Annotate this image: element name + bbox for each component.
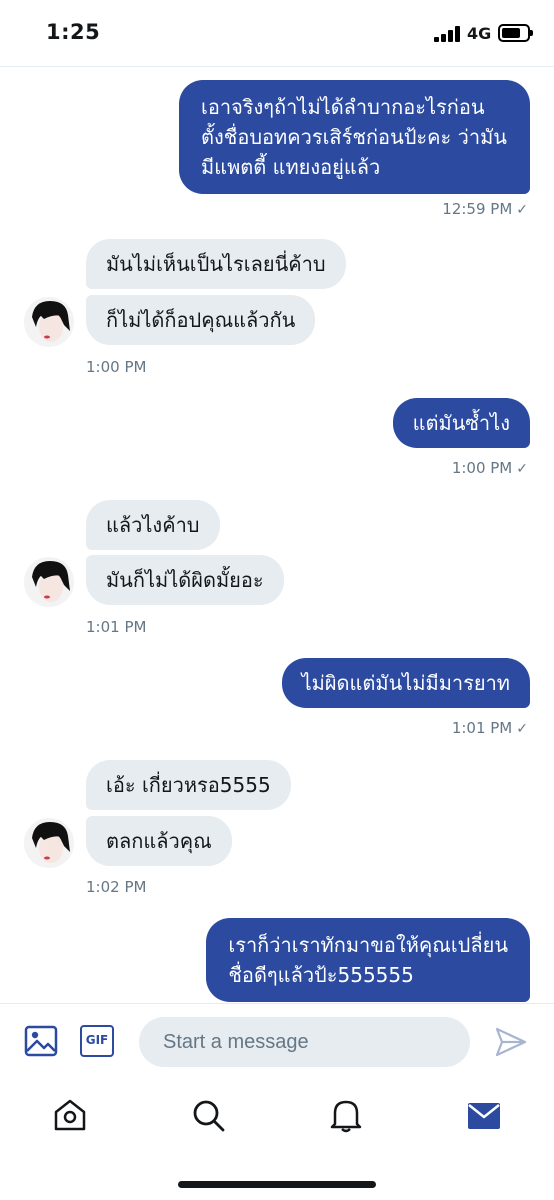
- bell-icon[interactable]: [326, 1095, 366, 1135]
- message-bubble-outgoing[interactable]: เราก็ว่าเราทักมาขอให้คุณเปลี่ยน ชื่อดีๆแ…: [206, 918, 530, 1002]
- message-bubble-incoming[interactable]: ตลกแล้วคุณ: [86, 816, 232, 866]
- network-label: 4G: [467, 24, 492, 43]
- message-bubble-outgoing[interactable]: ไม่ผิดแต่มันไม่มีมารยาท: [281, 658, 530, 708]
- message-bubble-incoming[interactable]: มันไม่เห็นเป็นไรเลยนี่ค้าบ: [86, 239, 346, 289]
- search-icon[interactable]: [188, 1095, 228, 1135]
- message-text: แต่มันซ้ำไง: [412, 411, 510, 435]
- timestamp-text: 12:59 PM: [442, 200, 513, 218]
- message-text: ไม่ผิดแต่มันไม่มีมารยาท: [301, 671, 510, 695]
- message-timestamp: 1:01 PM ✓: [452, 719, 528, 737]
- message-bubble-outgoing[interactable]: แต่มันซ้ำไง: [392, 398, 530, 448]
- avatar[interactable]: [24, 297, 74, 347]
- battery-icon: [498, 24, 533, 42]
- avatar[interactable]: [24, 557, 74, 607]
- message-bubble-incoming[interactable]: เอ้ะ เกี่ยวหรอ5555: [86, 760, 291, 810]
- gif-button[interactable]: GIF: [80, 1025, 114, 1057]
- status-time: 1:25: [46, 20, 101, 44]
- read-check-icon: ✓: [516, 721, 528, 737]
- avatar[interactable]: [24, 818, 74, 868]
- send-icon[interactable]: [494, 1026, 528, 1058]
- message-text: ตลกแล้วคุณ: [106, 829, 212, 853]
- message-text-line: ตั้งชื่อบอทควรเสิร์ชก่อนป้ะคะ ว่ามัน: [201, 125, 507, 149]
- home-icon[interactable]: [50, 1095, 90, 1135]
- message-text-line: ชื่อดีๆแล้วป้ะ555555: [228, 963, 414, 987]
- message-text: มันก็ไม่ได้ผิดมั้ยอะ: [106, 568, 264, 592]
- message-text: ก็ไม่ได้ก็อปคุณแล้วกัน: [106, 308, 296, 332]
- message-text: เอ้ะ เกี่ยวหรอ5555: [106, 773, 271, 797]
- message-text-line: เอาจริงๆถ้าไม่ได้ลำบากอะไรก่อน: [201, 95, 485, 119]
- mail-icon[interactable]: [464, 1095, 504, 1135]
- message-timestamp: 12:59 PM ✓: [442, 200, 528, 218]
- dm-screen: 1:25 4G เอาจริงๆถ้าไม่ได้ลำบากอะไรก่อน ต…: [0, 0, 554, 1200]
- timestamp-text: 1:00 PM: [451, 459, 513, 477]
- message-timestamp: 1:00 PM: [86, 358, 147, 376]
- gif-label: GIF: [85, 1033, 109, 1047]
- message-timestamp: 1:01 PM: [86, 618, 147, 636]
- message-timestamp: 1:00 PM ✓: [452, 459, 528, 477]
- message-text-line: มีแพตตี้ แทยงอยู่แล้ว: [201, 155, 381, 179]
- read-check-icon: ✓: [516, 461, 528, 477]
- battery-level: [502, 28, 520, 38]
- message-list[interactable]: เอาจริงๆถ้าไม่ได้ลำบากอะไรก่อน ตั้งชื่อบ…: [0, 67, 554, 1003]
- message-bubble-incoming[interactable]: แล้วไงค้าบ: [86, 500, 220, 550]
- image-icon[interactable]: [24, 1024, 58, 1058]
- message-text: แล้วไงค้าบ: [106, 513, 200, 537]
- message-text-line: เราก็ว่าเราทักมาขอให้คุณเปลี่ยน: [228, 933, 508, 957]
- message-bubble-incoming[interactable]: ก็ไม่ได้ก็อปคุณแล้วกัน: [86, 295, 316, 345]
- composer-bar: GIF: [0, 1003, 554, 1079]
- signal-icon: [434, 26, 462, 42]
- read-check-icon: ✓: [516, 202, 528, 218]
- message-input[interactable]: [139, 1017, 470, 1067]
- message-text: มันไม่เห็นเป็นไรเลยนี่ค้าบ: [106, 252, 326, 276]
- home-indicator: [178, 1181, 376, 1188]
- message-timestamp: 1:02 PM: [86, 878, 147, 896]
- message-bubble-incoming[interactable]: มันก็ไม่ได้ผิดมั้ยอะ: [86, 555, 284, 605]
- timestamp-text: 1:01 PM: [451, 719, 513, 737]
- message-bubble-outgoing[interactable]: เอาจริงๆถ้าไม่ได้ลำบากอะไรก่อน ตั้งชื่อบ…: [179, 80, 530, 194]
- status-bar: 1:25 4G: [0, 0, 554, 68]
